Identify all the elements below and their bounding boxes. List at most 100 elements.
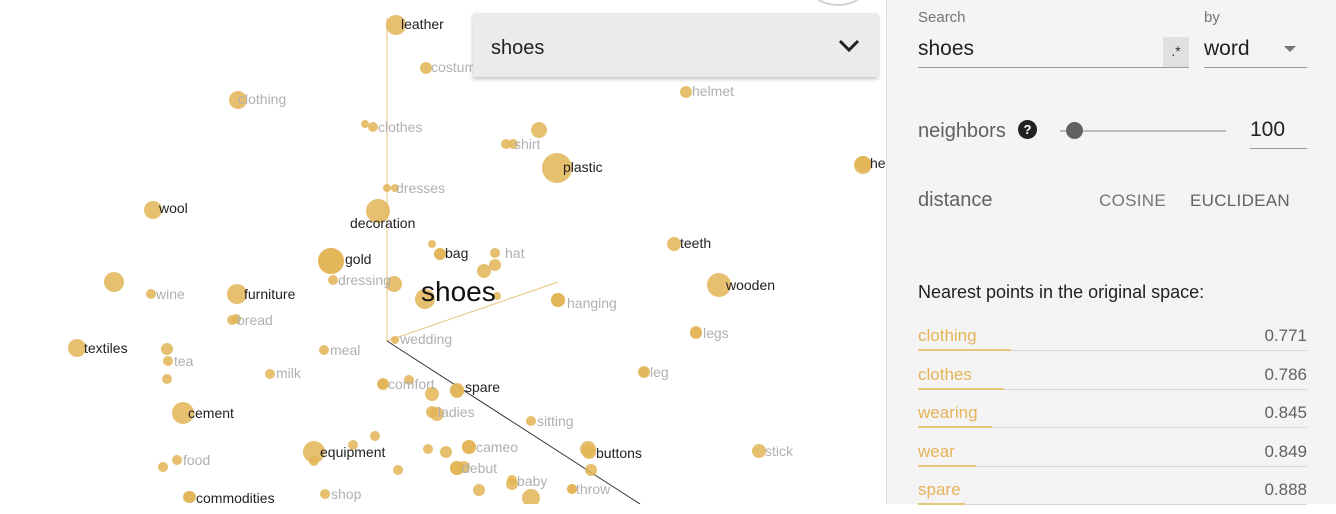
dropdown-arrow-icon[interactable] <box>1284 46 1296 52</box>
scatter-point[interactable] <box>680 86 692 98</box>
neighbor-row[interactable]: wear 0.849 <box>918 438 1307 476</box>
scatter-point[interactable] <box>440 446 452 458</box>
scatter-point[interactable] <box>370 431 380 441</box>
neighbor-similarity-bar <box>918 464 977 467</box>
scatter-point[interactable] <box>265 369 275 379</box>
scatter-point[interactable] <box>227 315 237 325</box>
neighbors-input[interactable]: 100 <box>1250 118 1288 142</box>
scatter-point[interactable] <box>368 122 378 132</box>
scatter-point[interactable] <box>855 156 871 172</box>
scatter-point[interactable] <box>752 444 766 458</box>
scatter-point-label: buttons <box>596 445 642 461</box>
scatter-point[interactable] <box>426 406 438 418</box>
scatter-point-label: clothing <box>238 91 286 107</box>
neighbor-row[interactable]: clothing 0.771 <box>918 322 1307 360</box>
scatter-point[interactable] <box>428 240 436 248</box>
cosine-button[interactable]: COSINE <box>1099 191 1166 211</box>
scatter-point[interactable] <box>104 272 124 292</box>
scatter-point[interactable] <box>490 248 500 258</box>
euclidean-button[interactable]: EUCLIDEAN <box>1190 191 1290 211</box>
scatter-point[interactable] <box>667 237 681 251</box>
scatter-point-label: cameo <box>476 439 518 455</box>
neighbor-row[interactable]: wearing 0.845 <box>918 399 1307 437</box>
neighbors-slider-thumb[interactable] <box>1065 122 1083 139</box>
scatter-point[interactable] <box>522 489 540 504</box>
scatter-point-label: tea <box>174 353 194 369</box>
scatter-point[interactable] <box>162 374 172 384</box>
scatter-point[interactable] <box>158 462 168 472</box>
scatter-point[interactable] <box>450 383 464 397</box>
scatter-point-label: helmet <box>692 83 734 99</box>
by-select-underline <box>1204 67 1307 68</box>
focused-point-label: shoes <box>421 276 496 307</box>
neighbors-slider-track[interactable] <box>1060 130 1226 132</box>
scatter-point[interactable] <box>319 345 329 355</box>
scatter-point[interactable] <box>690 326 702 338</box>
scatter-point-label: sitting <box>537 413 574 429</box>
scatter-point[interactable] <box>378 379 388 389</box>
scatter-point[interactable] <box>328 275 338 285</box>
scatter-point[interactable] <box>551 293 565 307</box>
scatter-point-label: hanging <box>567 295 617 311</box>
scatter-point[interactable] <box>423 444 433 454</box>
scatter-point[interactable] <box>383 184 391 192</box>
neighbor-word[interactable]: clothes <box>918 365 972 385</box>
scatter-point[interactable] <box>462 440 476 454</box>
search-input[interactable]: shoes <box>918 37 974 61</box>
search-input-underline <box>918 67 1189 68</box>
neighbor-similarity-bar <box>918 387 1004 390</box>
scatter-point[interactable] <box>507 475 517 485</box>
scatter-point[interactable] <box>526 416 536 426</box>
scatter-point[interactable] <box>639 367 649 377</box>
neighbor-row[interactable]: clothes 0.786 <box>918 361 1307 399</box>
neighbor-distance: 0.888 <box>1264 480 1307 500</box>
neighbor-word[interactable]: wear <box>918 442 955 462</box>
search-by-select[interactable]: word <box>1204 37 1250 61</box>
scatter-point-label: ladies <box>438 404 475 420</box>
neighbor-word[interactable]: clothing <box>918 326 977 346</box>
scatter-point-label: dressing <box>338 272 391 288</box>
scatter-point[interactable] <box>146 289 156 299</box>
scatter-point[interactable] <box>393 465 403 475</box>
dropdown-selected-value: shoes <box>491 37 545 59</box>
scatter-point[interactable] <box>582 445 596 459</box>
scatter-point[interactable] <box>163 356 173 366</box>
scatter-point-label: shirt <box>514 136 541 152</box>
scatter-point-label: clothes <box>378 119 422 135</box>
scatter-point[interactable] <box>473 484 485 496</box>
neighbor-similarity-bar <box>918 426 992 429</box>
scatter-point[interactable] <box>172 455 182 465</box>
neighbor-word[interactable]: wearing <box>918 403 978 423</box>
scatter-point-label: comfort <box>388 376 435 392</box>
scatter-point-label: decoration <box>350 215 415 231</box>
scatter-point[interactable] <box>361 120 369 128</box>
search-results-dropdown[interactable]: shoes <box>473 13 878 77</box>
scatter-point[interactable] <box>183 491 195 503</box>
scatter-point-label: wooden <box>725 277 775 293</box>
scatter-point-label: leather <box>401 16 444 32</box>
inspector-panel: Search shoes .* by word neighbors ? 100 … <box>886 0 1336 506</box>
chevron-down-icon[interactable] <box>838 39 860 53</box>
scatter-point[interactable] <box>585 464 597 476</box>
scatter-point[interactable] <box>318 248 344 274</box>
neighbor-word[interactable]: spare <box>918 480 961 500</box>
scatter-point-label: hat <box>505 245 525 261</box>
scatter-point[interactable] <box>391 336 399 344</box>
regex-toggle-button[interactable]: .* <box>1163 37 1189 67</box>
neighbor-row[interactable]: spare 0.888 <box>918 476 1307 514</box>
scatter-point-label: textiles <box>84 340 128 356</box>
scatter-point-label: bread <box>237 312 273 328</box>
scatter-point-label: throw <box>576 481 611 497</box>
scatter-point[interactable] <box>320 489 330 499</box>
scatter-point[interactable] <box>161 343 173 355</box>
scatter-point-label: wool <box>158 200 188 216</box>
scatter-point[interactable] <box>489 259 501 271</box>
neighbor-distance: 0.849 <box>1264 441 1307 461</box>
scatter-point-label: meal <box>330 342 360 358</box>
nearest-points-title: Nearest points in the original space: <box>918 282 1205 302</box>
scatter-point-label: teeth <box>680 235 711 251</box>
search-label: Search <box>918 9 966 26</box>
help-icon[interactable]: ? <box>1018 120 1037 139</box>
scatter-point-label: dresses <box>396 180 445 196</box>
projection-canvas[interactable]: leather costume helmet clothing clothes shirt… <box>0 0 886 504</box>
